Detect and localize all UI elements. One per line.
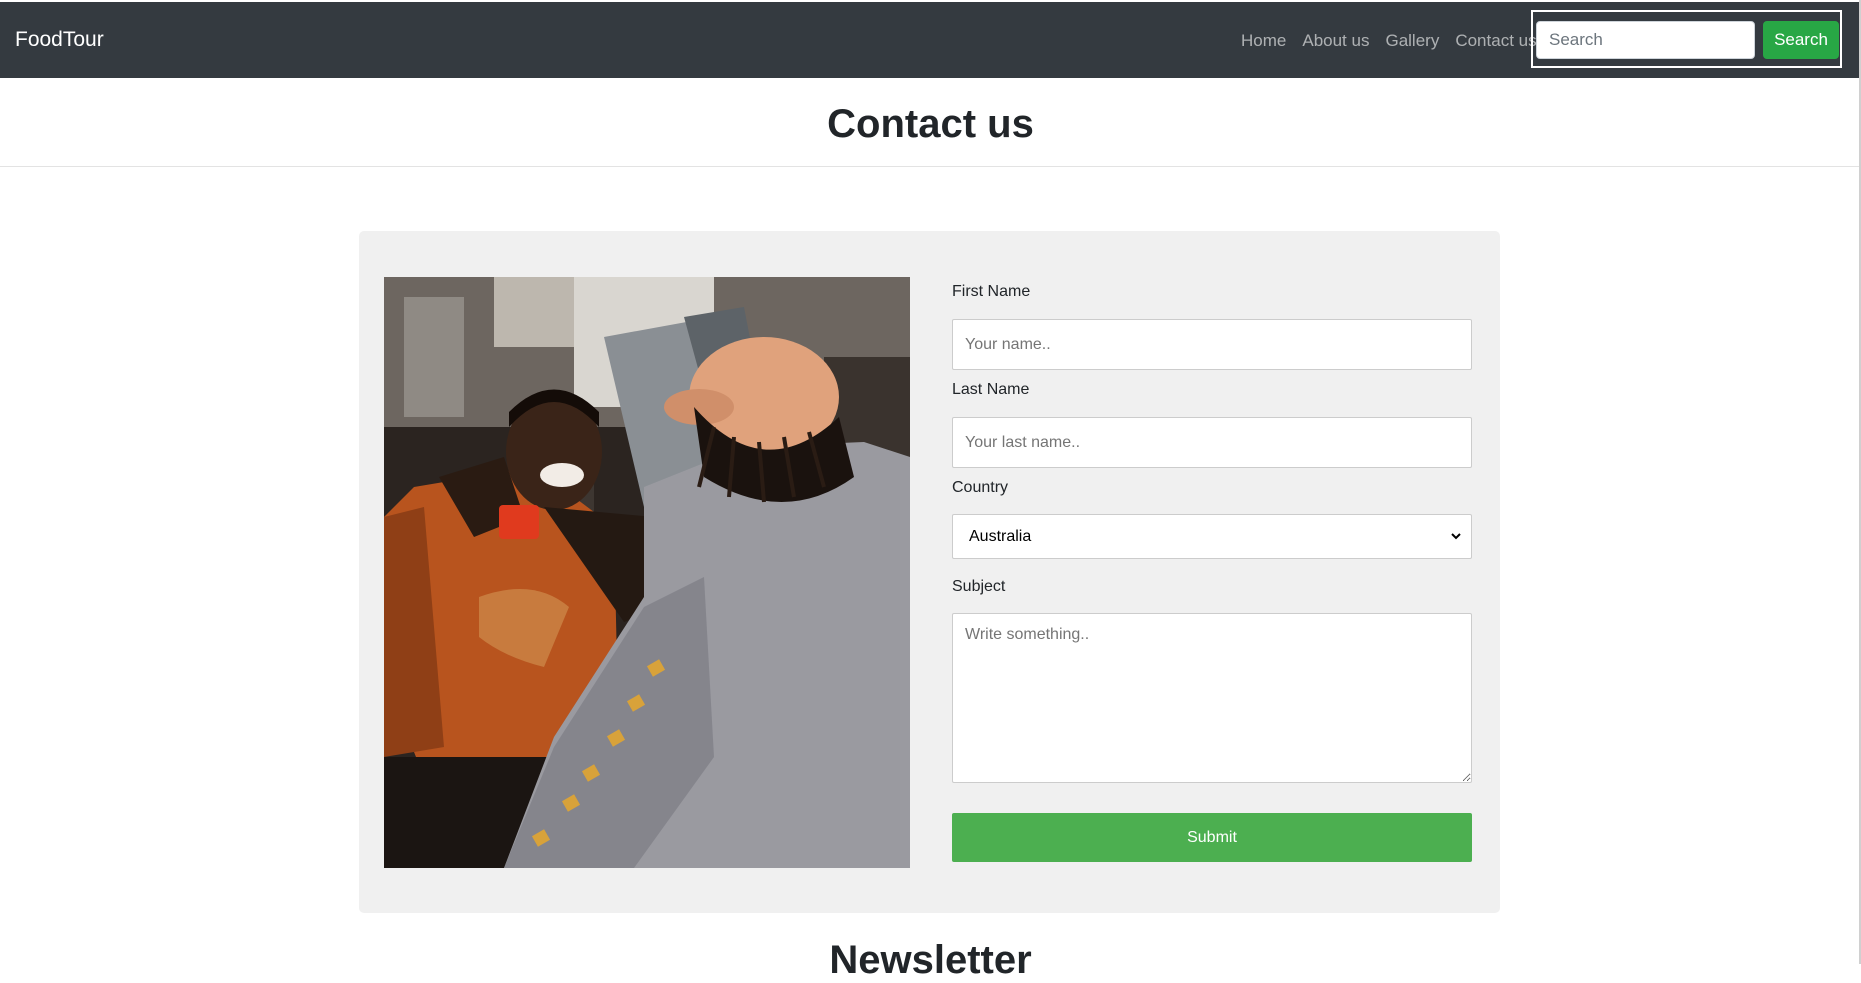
brand-logo[interactable]: FoodTour: [15, 28, 104, 52]
nav-link-gallery[interactable]: Gallery: [1385, 31, 1439, 51]
chevron-down-icon: [1451, 533, 1461, 540]
subject-label: Subject: [952, 578, 1006, 595]
navbar: FoodTour Home About us Gallery Contact u…: [0, 2, 1861, 78]
nav-link-contact[interactable]: Contact us: [1455, 31, 1536, 51]
contact-card: First Name Last Name Country Australia S…: [359, 231, 1500, 913]
page-header: Contact us: [0, 78, 1861, 167]
search-input[interactable]: [1536, 21, 1755, 59]
last-name-label: Last Name: [952, 381, 1030, 398]
newsletter-title: Newsletter: [829, 938, 1032, 982]
nav-link-home[interactable]: Home: [1241, 31, 1286, 51]
contact-photo: [384, 277, 910, 868]
submit-button[interactable]: Submit: [952, 813, 1472, 862]
subject-textarea[interactable]: [952, 613, 1472, 783]
nav-links: Home About us Gallery Contact us: [1241, 31, 1553, 51]
page-title: Contact us: [827, 102, 1034, 146]
country-select[interactable]: Australia: [952, 514, 1472, 559]
search-button[interactable]: Search: [1763, 21, 1839, 59]
country-select-value: Australia: [969, 528, 1032, 545]
photo-illustration: [384, 277, 910, 868]
country-label: Country: [952, 479, 1009, 496]
last-name-input[interactable]: [952, 417, 1472, 468]
search-form: Search: [1531, 10, 1842, 68]
nav-link-about[interactable]: About us: [1302, 31, 1369, 51]
first-name-label: First Name: [952, 283, 1031, 300]
first-name-input[interactable]: [952, 319, 1472, 370]
